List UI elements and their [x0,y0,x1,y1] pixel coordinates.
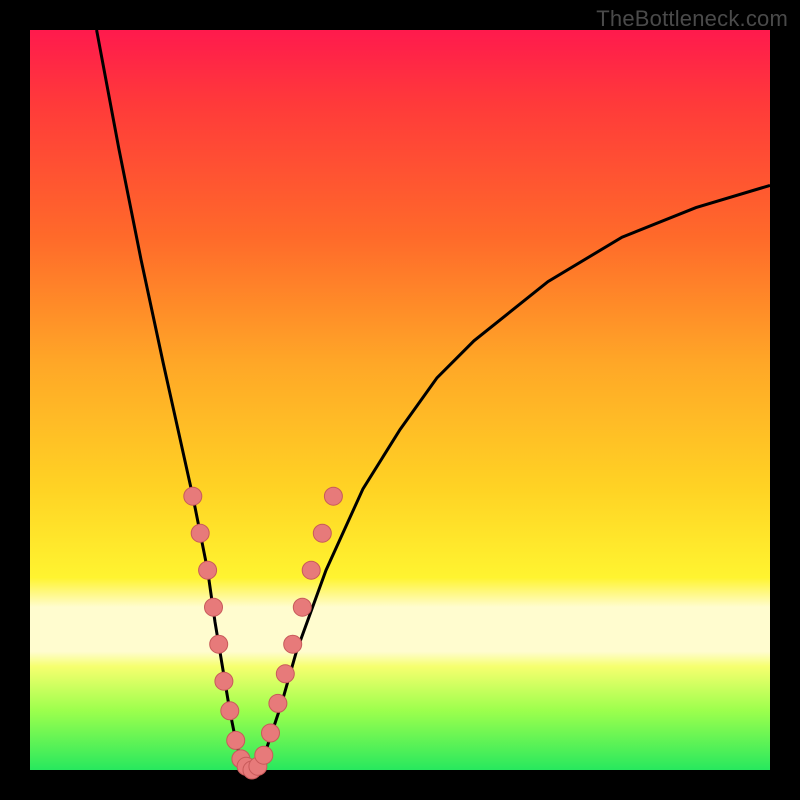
marker-dot [313,524,331,542]
marker-dot [276,665,294,683]
curve-layer [97,30,770,770]
plot-area [30,30,770,770]
marker-dot [199,561,217,579]
marker-dot [215,672,233,690]
watermark-text: TheBottleneck.com [596,6,788,32]
marker-dot [205,598,223,616]
marker-dot [293,598,311,616]
marker-dot [262,724,280,742]
marker-dot [302,561,320,579]
marker-dot [221,702,239,720]
bottleneck-curve [97,30,770,770]
marker-dot [284,635,302,653]
marker-dot [324,487,342,505]
marker-dot [210,635,228,653]
marker-dot [269,694,287,712]
marker-dot [255,746,273,764]
marker-layer [184,487,343,779]
marker-dot [184,487,202,505]
marker-dot [227,731,245,749]
marker-dot [191,524,209,542]
outer-frame: TheBottleneck.com [0,0,800,800]
chart-svg [30,30,770,770]
